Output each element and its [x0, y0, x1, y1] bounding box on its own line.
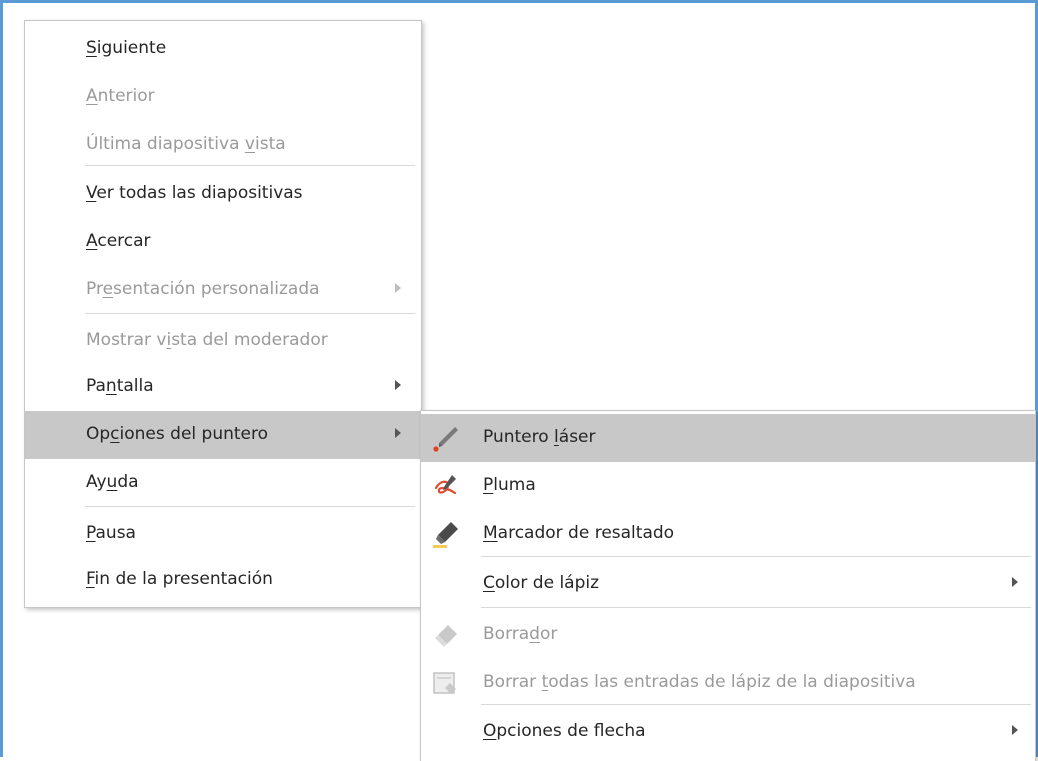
erase-all-ink-icon — [433, 672, 456, 694]
menu-item-screen[interactable]: Pantalla — [25, 363, 421, 411]
menu-item-laser-pointer[interactable]: Puntero láser — [421, 414, 1035, 462]
menu-item-eraser[interactable]: Borrador — [421, 611, 1035, 659]
highlighter-icon — [433, 522, 458, 548]
menu-item-custom-show[interactable]: Presentación personalizada — [25, 266, 421, 314]
menu-item-next[interactable]: Siguiente — [25, 25, 421, 73]
menu-separator — [481, 607, 1031, 608]
menu-separator — [85, 506, 415, 507]
menu-item-arrow-options[interactable]: Opciones de flecha — [421, 708, 1035, 756]
menu-item-highlighter[interactable]: Marcador de resaltado — [421, 510, 1035, 558]
menu-item-pointer-options[interactable]: Opciones del puntero — [25, 411, 421, 459]
menu-item-help[interactable]: Ayuda — [25, 459, 421, 507]
menu-item-presenter-view[interactable]: Mostrar vista del moderador — [25, 317, 421, 365]
menu-item-previous[interactable]: Anterior — [25, 73, 421, 121]
submenu-arrow-icon — [1012, 577, 1018, 587]
menu-item-end-show[interactable]: Fin de la presentación — [25, 556, 421, 604]
menu-separator — [85, 165, 415, 166]
submenu-arrow-icon — [1012, 725, 1018, 735]
menu-item-ink-color[interactable]: Color de lápiz — [421, 560, 1035, 608]
menu-item-last-viewed[interactable]: Última diapositiva vista — [25, 121, 421, 169]
submenu-arrow-icon — [395, 380, 401, 390]
menu-item-zoom-in[interactable]: Acercar — [25, 218, 421, 266]
menu-separator — [85, 313, 415, 314]
laser-pointer-icon — [433, 427, 458, 452]
menu-separator — [481, 704, 1031, 705]
submenu-arrow-icon — [395, 283, 401, 293]
menu-item-pen[interactable]: Pluma — [421, 462, 1035, 510]
submenu-arrow-icon — [395, 428, 401, 438]
slideshow-context-menu: Siguiente Anterior Última diapositiva vi… — [24, 20, 422, 608]
eraser-icon — [435, 625, 457, 647]
pointer-options-submenu: Puntero láser Pluma Marcador de resaltad… — [420, 410, 1036, 761]
menu-item-pause[interactable]: Pausa — [25, 510, 421, 558]
pen-icon — [434, 475, 457, 495]
menu-item-see-all-slides[interactable]: Ver todas las diapositivas — [25, 170, 421, 218]
menu-item-erase-all-ink[interactable]: Borrar todas las entradas de lápiz de la… — [421, 659, 1035, 707]
menu-separator — [481, 556, 1031, 557]
